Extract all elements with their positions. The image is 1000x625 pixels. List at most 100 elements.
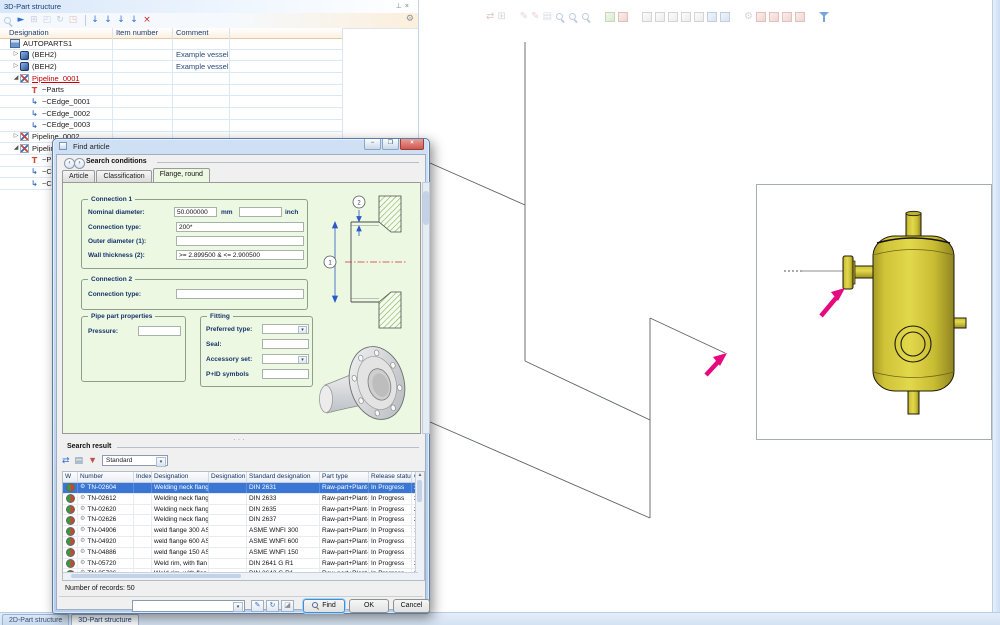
conditions-scrollbar[interactable] — [422, 182, 430, 434]
cancel-button[interactable]: Cancel — [393, 599, 430, 613]
part-outline-1-icon[interactable] — [642, 12, 652, 22]
remove-sort-icon[interactable]: × — [142, 15, 152, 26]
sort-icon-1[interactable]: ↓ — [90, 15, 100, 26]
tree-row[interactable]: ~Parts — [0, 85, 343, 97]
part-red-3-icon[interactable] — [782, 12, 792, 22]
tree-item-label[interactable]: ~C — [42, 167, 52, 178]
table-vertical-scrollbar[interactable]: ▲ — [415, 472, 424, 580]
gear-icon[interactable]: ⚙ — [406, 13, 414, 24]
tree-row[interactable]: ▷(BEH2)Example vessel 2 — [0, 61, 343, 73]
sort-icon-4[interactable]: ↓ — [129, 15, 139, 26]
search-part-icon[interactable] — [3, 16, 13, 26]
pin-icon[interactable]: ⊥ — [396, 3, 405, 10]
tree-row[interactable]: ◢Pipeline_0001 — [0, 73, 343, 85]
zoom-3-icon[interactable] — [581, 12, 591, 22]
result-column-header[interactable]: Designation — [209, 472, 247, 482]
nominal-diameter-mm-input[interactable]: 50.000000 — [174, 207, 217, 217]
clipboard-icon[interactable]: ⊞ — [497, 11, 505, 23]
expander-icon[interactable]: ▷ — [12, 50, 20, 61]
seal-input[interactable] — [262, 339, 309, 349]
tab-classification[interactable]: Classification — [96, 170, 151, 182]
swap-icon[interactable]: ⇄ — [486, 11, 494, 23]
pen-2-icon[interactable]: ✎ — [531, 11, 539, 23]
result-column-header[interactable]: W — [63, 472, 78, 482]
result-column-header[interactable]: Release status — [369, 472, 412, 482]
tab-flange-round[interactable]: Flange, round — [153, 168, 210, 182]
tree-item-label[interactable]: Pipeline_0001 — [32, 73, 80, 84]
tree-row[interactable]: ~CEdge_0003 — [0, 120, 343, 132]
part-blue-2-icon[interactable] — [720, 12, 730, 22]
document-icon[interactable]: ▤ — [543, 11, 552, 23]
outer-diameter-input[interactable] — [176, 236, 304, 246]
collapse-icon[interactable]: ◳ — [68, 15, 78, 26]
select-arrow-icon[interactable]: ► — [16, 15, 26, 26]
column-header-item-number[interactable]: Item number — [113, 28, 173, 38]
tree-row[interactable]: AUTOPARTS1 — [0, 38, 343, 50]
chevron-down-icon[interactable]: ▾ — [233, 602, 243, 612]
close-icon[interactable]: × — [405, 3, 412, 10]
result-row[interactable]: ⚙TN-04906weld flange 300 ASMASME WNFI 30… — [63, 526, 424, 537]
part-settings-icon[interactable]: ⚙ — [744, 11, 753, 23]
tree-item-label[interactable]: ~CEdge_0003 — [42, 120, 90, 131]
connection-type-input[interactable]: 200* — [176, 222, 304, 232]
column-header-designation[interactable]: Designation — [0, 28, 113, 38]
refresh-icon[interactable]: ↻ — [55, 15, 65, 26]
export-icon[interactable]: ▤ — [75, 455, 84, 466]
chevron-down-icon[interactable]: ▾ — [156, 457, 166, 467]
clear-button[interactable]: ◪ — [281, 600, 294, 612]
accessory-set-select[interactable]: ▾ — [262, 354, 309, 364]
column-header-comment[interactable]: Comment — [173, 28, 230, 38]
next-condition-button[interactable]: › — [74, 158, 85, 169]
zoom-icon[interactable] — [555, 12, 565, 22]
part-red-2-icon[interactable] — [769, 12, 779, 22]
part-outline-4-icon[interactable] — [681, 12, 691, 22]
result-row[interactable]: ⚙TN-05720Weld rim, with flanDIN 2641 G R… — [63, 559, 424, 570]
expander-icon[interactable]: ◢ — [12, 143, 20, 154]
pressure-input[interactable] — [138, 326, 181, 336]
part-red-4-icon[interactable] — [795, 12, 805, 22]
filter-icon[interactable] — [819, 12, 829, 23]
tab-article[interactable]: Article — [62, 170, 95, 182]
expander-icon[interactable]: ▷ — [12, 132, 20, 143]
result-row[interactable]: ⚙TN-02604Welding neck flangDIN 2631Raw-p… — [63, 483, 424, 494]
splitter-grip[interactable]: ··· — [233, 435, 247, 444]
result-row[interactable]: ⚙TN-02612Welding neck flangDIN 2633Raw-p… — [63, 494, 424, 505]
connection2-type-input[interactable] — [176, 289, 304, 299]
tree-row[interactable]: ~CEdge_0001 — [0, 96, 343, 108]
wall-thickness-input[interactable]: >= 2.899500 & <= 2.900500 — [176, 250, 304, 260]
tree-row[interactable]: ~CEdge_0002 — [0, 108, 343, 120]
result-row[interactable]: ⚙TN-02626Welding neck flangDIN 2637Raw-p… — [63, 515, 424, 526]
result-column-header[interactable]: Number — [78, 472, 134, 482]
refresh-button[interactable]: ↻ — [266, 600, 279, 612]
result-column-header[interactable]: Part type — [320, 472, 369, 482]
part-outline-3-icon[interactable] — [668, 12, 678, 22]
refresh-results-icon[interactable]: ⇄ — [62, 455, 70, 466]
nominal-diameter-inch-input[interactable] — [239, 207, 282, 217]
tree-item-label[interactable]: ~P — [42, 155, 51, 166]
sort-icon-2[interactable]: ↓ — [103, 15, 113, 26]
result-row[interactable]: ⚙TN-04886weld flange 150 ASMASME WNFI 15… — [63, 548, 424, 559]
minimize-button[interactable]: − — [364, 139, 381, 150]
standard-filter-select[interactable]: Standard ▾ — [102, 455, 168, 466]
footer-combobox[interactable]: ▾ — [132, 600, 245, 612]
chevron-down-icon[interactable]: ▾ — [298, 326, 307, 334]
pen-icon[interactable]: ✎ — [520, 11, 528, 23]
edit-filter-button[interactable]: ✎ — [251, 600, 264, 612]
zoom-2-icon[interactable] — [568, 12, 578, 22]
tree-item-label[interactable]: ~CEdge_0001 — [42, 96, 90, 107]
result-column-header[interactable]: Standard designation — [247, 472, 320, 482]
part-outline-2-icon[interactable] — [655, 12, 665, 22]
result-column-header[interactable]: Designation — [152, 472, 209, 482]
tree-item-label[interactable]: ~CEdge_0002 — [42, 108, 90, 119]
find-button[interactable]: Find — [303, 599, 345, 613]
copy-icon[interactable]: ⊞ — [29, 15, 39, 26]
tree-item-label[interactable]: AUTOPARTS1 — [23, 38, 72, 49]
tree-item-label[interactable]: ~C — [42, 178, 52, 189]
part-blue-1-icon[interactable] — [707, 12, 717, 22]
table-horizontal-scrollbar[interactable] — [63, 572, 418, 580]
close-button[interactable]: × — [400, 139, 424, 150]
tree-item-label[interactable]: (BEH2) — [32, 61, 57, 72]
sort-icon-3[interactable]: ↓ — [116, 15, 126, 26]
tree-item-label[interactable]: (BEH2) — [32, 50, 57, 61]
part-red-1-icon[interactable] — [756, 12, 766, 22]
